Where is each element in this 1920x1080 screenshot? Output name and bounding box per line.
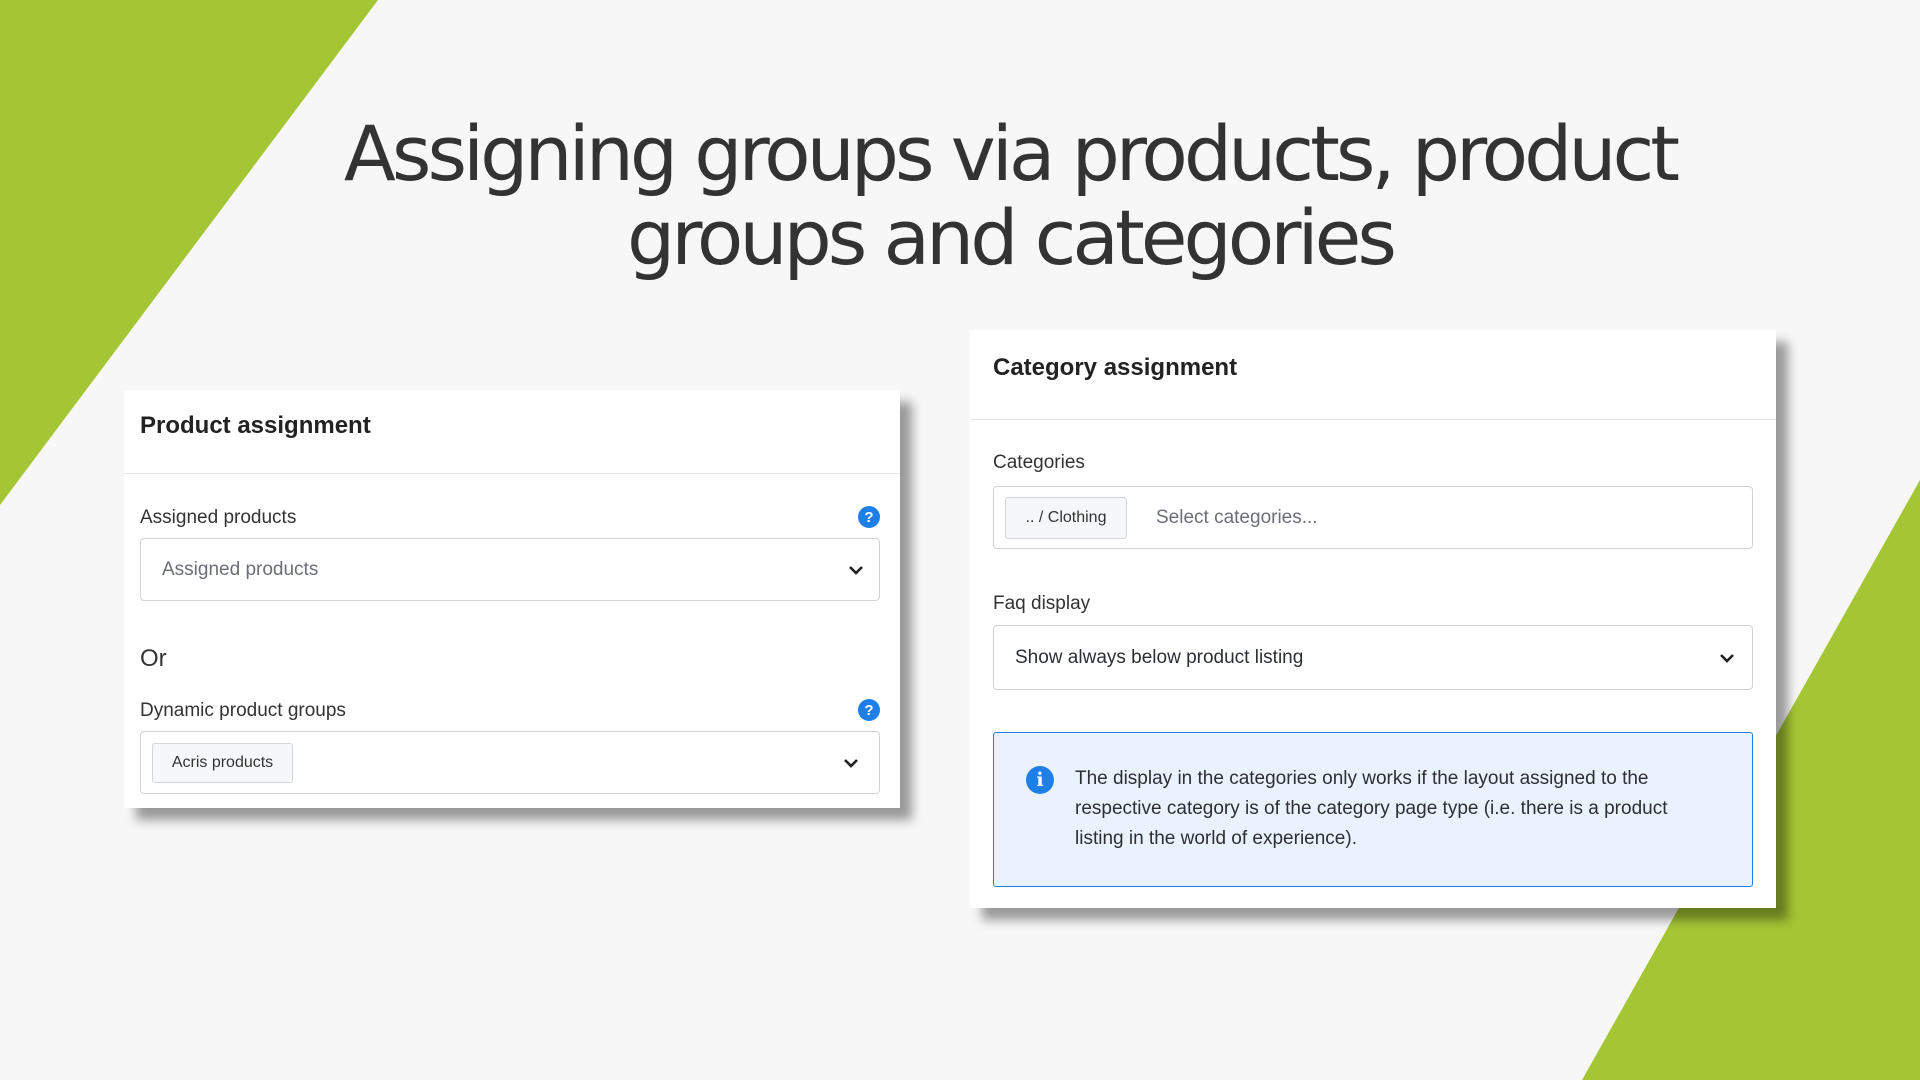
selected-chip[interactable]: Acris products [152,743,293,783]
category-assignment-header: Category assignment [970,330,1776,420]
assigned-products-placeholder: Assigned products [162,559,319,580]
categories-search-input[interactable]: Select categories... [1156,507,1318,529]
chevron-down-icon [1720,654,1734,663]
selected-chip[interactable]: .. / Clothing [1005,497,1127,539]
assigned-products-select[interactable]: Assigned products [140,538,880,601]
categories-label: Categories [993,452,1085,473]
info-line-1: The display in the categories only works… [1075,768,1649,789]
chevron-down-icon [849,566,863,575]
faq-display-value: Show always below product listing [1015,647,1304,668]
product-assignment-card: Product assignment Assigned products ? A… [124,390,900,808]
card-title: Product assignment [140,412,371,439]
card-title: Category assignment [993,354,1238,381]
faq-display-label: Faq display [993,593,1091,614]
info-line-3: listing in the world of experience). [1075,828,1357,849]
categories-select[interactable]: .. / Clothing Select categories... [993,486,1753,549]
info-line-2: respective category is of the category p… [1075,798,1668,819]
question-circle-icon[interactable]: ? [858,699,880,721]
dynamic-product-groups-select[interactable]: Acris products [140,731,880,794]
chevron-down-icon [844,759,858,768]
info-circle-icon: i [1026,766,1054,794]
category-assignment-card: Category assignment Categories .. / Clot… [970,330,1776,908]
slide-title: Assigning groups via products, product g… [343,109,1680,282]
info-alert: i The display in the categories only wor… [993,732,1753,887]
or-separator: Or [140,645,167,672]
chip-label: .. / Clothing [1025,509,1107,526]
chip-label: Acris products [171,754,274,771]
question-circle-icon[interactable]: ? [858,506,880,528]
product-assignment-header: Product assignment [124,390,900,474]
dynamic-product-groups-label: Dynamic product groups [140,700,346,721]
faq-display-select[interactable]: Show always below product listing [993,625,1753,690]
assigned-products-label: Assigned products [140,507,297,528]
